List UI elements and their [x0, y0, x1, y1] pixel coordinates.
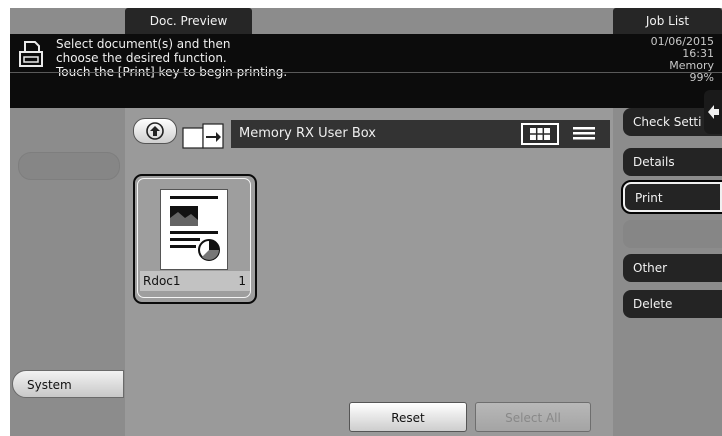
delete-button[interactable]: Delete — [623, 290, 722, 318]
document-name: Rdoc1 — [143, 274, 181, 288]
blank-function-slot — [623, 220, 722, 248]
details-button[interactable]: Details — [623, 148, 722, 176]
blank-nav-pill — [18, 152, 120, 180]
box-name-field: Memory RX User Box — [231, 120, 516, 148]
instruction-line-2: choose the desired function. — [56, 51, 227, 65]
document-page-count: 1 — [238, 274, 246, 288]
message-bar: Select document(s) and then choose the d… — [10, 34, 722, 108]
system-tab[interactable]: System — [12, 370, 124, 398]
double-arrow-left-icon — [708, 105, 719, 119]
panel-toggle-button[interactable] — [704, 90, 722, 134]
doc-preview-tab[interactable]: Doc. Preview — [125, 8, 252, 34]
up-level-button[interactable] — [133, 118, 177, 144]
right-function-menu: Check Setti Details Print Other Delete — [613, 108, 722, 436]
document-label: Rdoc1 1 — [140, 271, 250, 291]
left-nav: System — [10, 108, 125, 436]
status-readout: 01/06/2015 16:31 Memory 99% — [594, 36, 714, 84]
document-thumbnail — [160, 189, 228, 270]
box-toolbar: Memory RX User Box — [133, 116, 611, 150]
document-panel: Memory RX User Box Rdoc1 1 Reset Select … — [125, 108, 613, 436]
print-button[interactable]: Print — [621, 180, 722, 214]
user-box-icon — [182, 123, 224, 149]
printer-icon — [19, 41, 43, 67]
memory-value: 99% — [689, 71, 714, 84]
select-all-button[interactable]: Select All — [475, 402, 591, 432]
list-icon — [573, 127, 595, 140]
document-tile[interactable]: Rdoc1 1 — [133, 174, 257, 304]
thumbnail-view-button[interactable] — [521, 123, 559, 145]
view-toggle — [516, 120, 610, 148]
grid-icon — [530, 128, 550, 140]
reset-button[interactable]: Reset — [349, 402, 467, 432]
instruction-line-1: Select document(s) and then — [56, 37, 231, 51]
other-button[interactable]: Other — [623, 254, 722, 282]
list-view-button[interactable] — [565, 123, 603, 145]
job-list-tab[interactable]: Job List — [613, 8, 722, 34]
up-arrow-icon — [146, 122, 164, 140]
copier-screen: Doc. Preview Job List Select document(s)… — [10, 8, 722, 436]
document-preview-icon — [170, 196, 220, 261]
